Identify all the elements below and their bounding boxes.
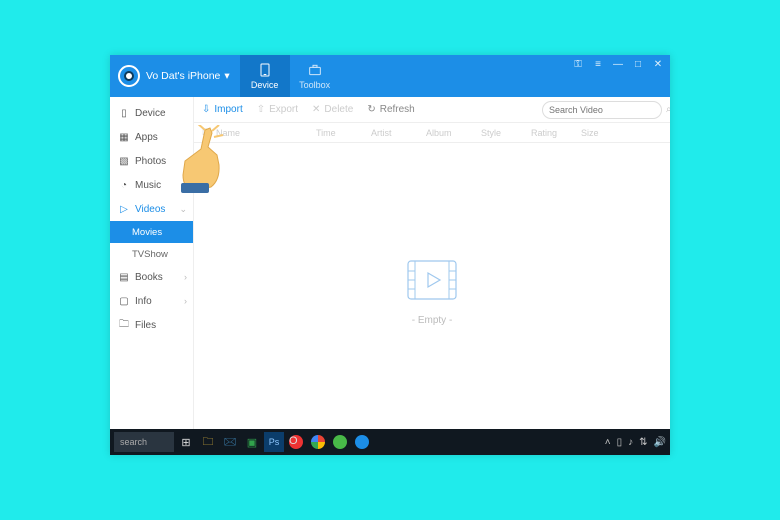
taskbar-app[interactable]: 🗀 [198,432,218,452]
minimize-button[interactable]: — [612,59,624,70]
col-artist[interactable]: Artist [371,128,426,138]
taskbar-app[interactable]: O [286,432,306,452]
sidebar-sub-movies[interactable]: Movies [110,221,193,243]
app-window: Vo Dat's iPhone ▾ Device Toolbox ⚿ ≡ — □… [110,55,670,455]
toolbox-icon [307,62,323,78]
select-all-checkbox[interactable]: ☐ [202,127,216,138]
empty-state: - Empty - [194,143,670,437]
sidebar-sub-label: TVShow [132,249,168,260]
taskbar-app[interactable]: 🖂 [220,432,240,452]
chevron-down-icon: ⌄ [179,204,187,215]
col-rating[interactable]: Rating [531,128,581,138]
export-button: ⇧ Export [257,104,298,115]
system-tray[interactable]: ˄ ▯ ♪ ⇅ 🔊 [605,437,666,448]
sidebar-item-videos[interactable]: ▷ Videos ⌄ [110,197,193,221]
sidebar-label: Books [135,272,163,283]
task-view-icon[interactable]: ⊞ [176,432,196,452]
videos-icon: ▷ [118,203,130,215]
search-input[interactable] [549,105,666,115]
col-album[interactable]: Album [426,128,481,138]
device-name: Vo Dat's iPhone [146,70,220,82]
col-size[interactable]: Size [581,128,621,138]
taskbar-app[interactable] [308,432,328,452]
windows-taskbar: search ⊞ 🗀 🖂 ▣ Ps O ˄ ▯ ♪ ⇅ 🔊 [110,429,670,455]
tab-device-label: Device [251,80,279,90]
app-logo-icon [118,65,140,87]
sidebar: ▯ Device ▦ Apps ▧ Photos ◔ Music ▷ Videos ⌄ Mo… [110,97,194,455]
delete-button: ✕ Delete [312,104,353,115]
toolbar: ⇩ Import ⇧ Export ✕ Delete ↻ Refresh ⌕ [194,97,670,123]
taskbar-search[interactable]: search [114,432,174,452]
refresh-label: Refresh [380,104,415,115]
empty-video-icon [402,255,462,305]
info-icon: ▢ [118,295,130,307]
content-pane: ⇩ Import ⇧ Export ✕ Delete ↻ Refresh ⌕ ☐ Nam… [194,97,670,455]
delete-icon: ✕ [312,104,320,115]
sidebar-label: Info [135,296,152,307]
tab-device[interactable]: Device [240,55,290,97]
sidebar-item-device[interactable]: ▯ Device [110,101,193,125]
refresh-icon: ↻ [367,104,375,115]
close-button[interactable]: ✕ [652,59,664,70]
sidebar-item-books[interactable]: ▤ Books › [110,265,193,289]
sidebar-item-files[interactable]: 🗀 Files [110,313,193,337]
refresh-button[interactable]: ↻ Refresh [367,104,414,115]
delete-label: Delete [324,104,353,115]
tray-icon[interactable]: ▯ [617,437,623,448]
music-icon: ◔ [118,179,130,191]
tray-volume-icon[interactable]: 🔊 [654,437,666,448]
export-icon: ⇧ [257,104,265,115]
search-icon: ⌕ [666,104,670,115]
chevron-down-icon: ▾ [224,70,229,82]
key-icon[interactable]: ⚿ [572,59,584,70]
tray-up-icon[interactable]: ˄ [605,437,611,448]
sidebar-item-info[interactable]: ▢ Info › [110,289,193,313]
col-name[interactable]: Name [216,128,316,138]
sidebar-sub-label: Movies [132,227,162,238]
phone-icon: ▯ [118,107,130,119]
sidebar-item-music[interactable]: ◔ Music [110,173,193,197]
import-button[interactable]: ⇩ Import [202,104,243,115]
col-style[interactable]: Style [481,128,531,138]
sidebar-label: Photos [135,156,166,167]
tray-wifi-icon[interactable]: ⇅ [639,437,647,448]
sidebar-label: Apps [135,132,158,143]
empty-label: - Empty - [412,315,453,326]
menu-icon[interactable]: ≡ [592,59,604,70]
header-tabs: Device Toolbox [240,55,340,97]
tray-icon[interactable]: ♪ [628,437,633,448]
taskbar-search-label: search [120,437,147,447]
taskbar-app[interactable]: Ps [264,432,284,452]
sidebar-sub-tvshow[interactable]: TVShow [110,243,193,265]
column-headers: ☐ Name Time Artist Album Style Rating Si… [194,123,670,143]
sidebar-item-photos[interactable]: ▧ Photos [110,149,193,173]
books-icon: ▤ [118,271,130,283]
device-icon [257,62,273,78]
chevron-right-icon: › [184,272,187,282]
taskbar-app[interactable] [352,432,372,452]
taskbar-app[interactable] [330,432,350,452]
files-icon: 🗀 [118,319,130,331]
app-body: ▯ Device ▦ Apps ▧ Photos ◔ Music ▷ Videos ⌄ Mo… [110,97,670,455]
device-selector[interactable]: Vo Dat's iPhone ▾ [146,70,230,82]
import-label: Import [214,104,242,115]
titlebar: Vo Dat's iPhone ▾ Device Toolbox ⚿ ≡ — □… [110,55,670,97]
export-label: Export [269,104,298,115]
col-time[interactable]: Time [316,128,371,138]
taskbar-app[interactable]: ▣ [242,432,262,452]
tab-toolbox[interactable]: Toolbox [290,55,340,97]
apps-icon: ▦ [118,131,130,143]
import-icon: ⇩ [202,104,210,115]
sidebar-label: Device [135,108,166,119]
sidebar-label: Music [135,180,161,191]
chevron-right-icon: › [184,296,187,306]
tab-toolbox-label: Toolbox [299,80,330,90]
maximize-button[interactable]: □ [632,59,644,70]
sidebar-label: Videos [135,204,165,215]
sidebar-item-apps[interactable]: ▦ Apps [110,125,193,149]
window-controls: ⚿ ≡ — □ ✕ [572,59,664,70]
sidebar-label: Files [135,320,156,331]
photos-icon: ▧ [118,155,130,167]
search-box[interactable]: ⌕ [542,101,662,119]
